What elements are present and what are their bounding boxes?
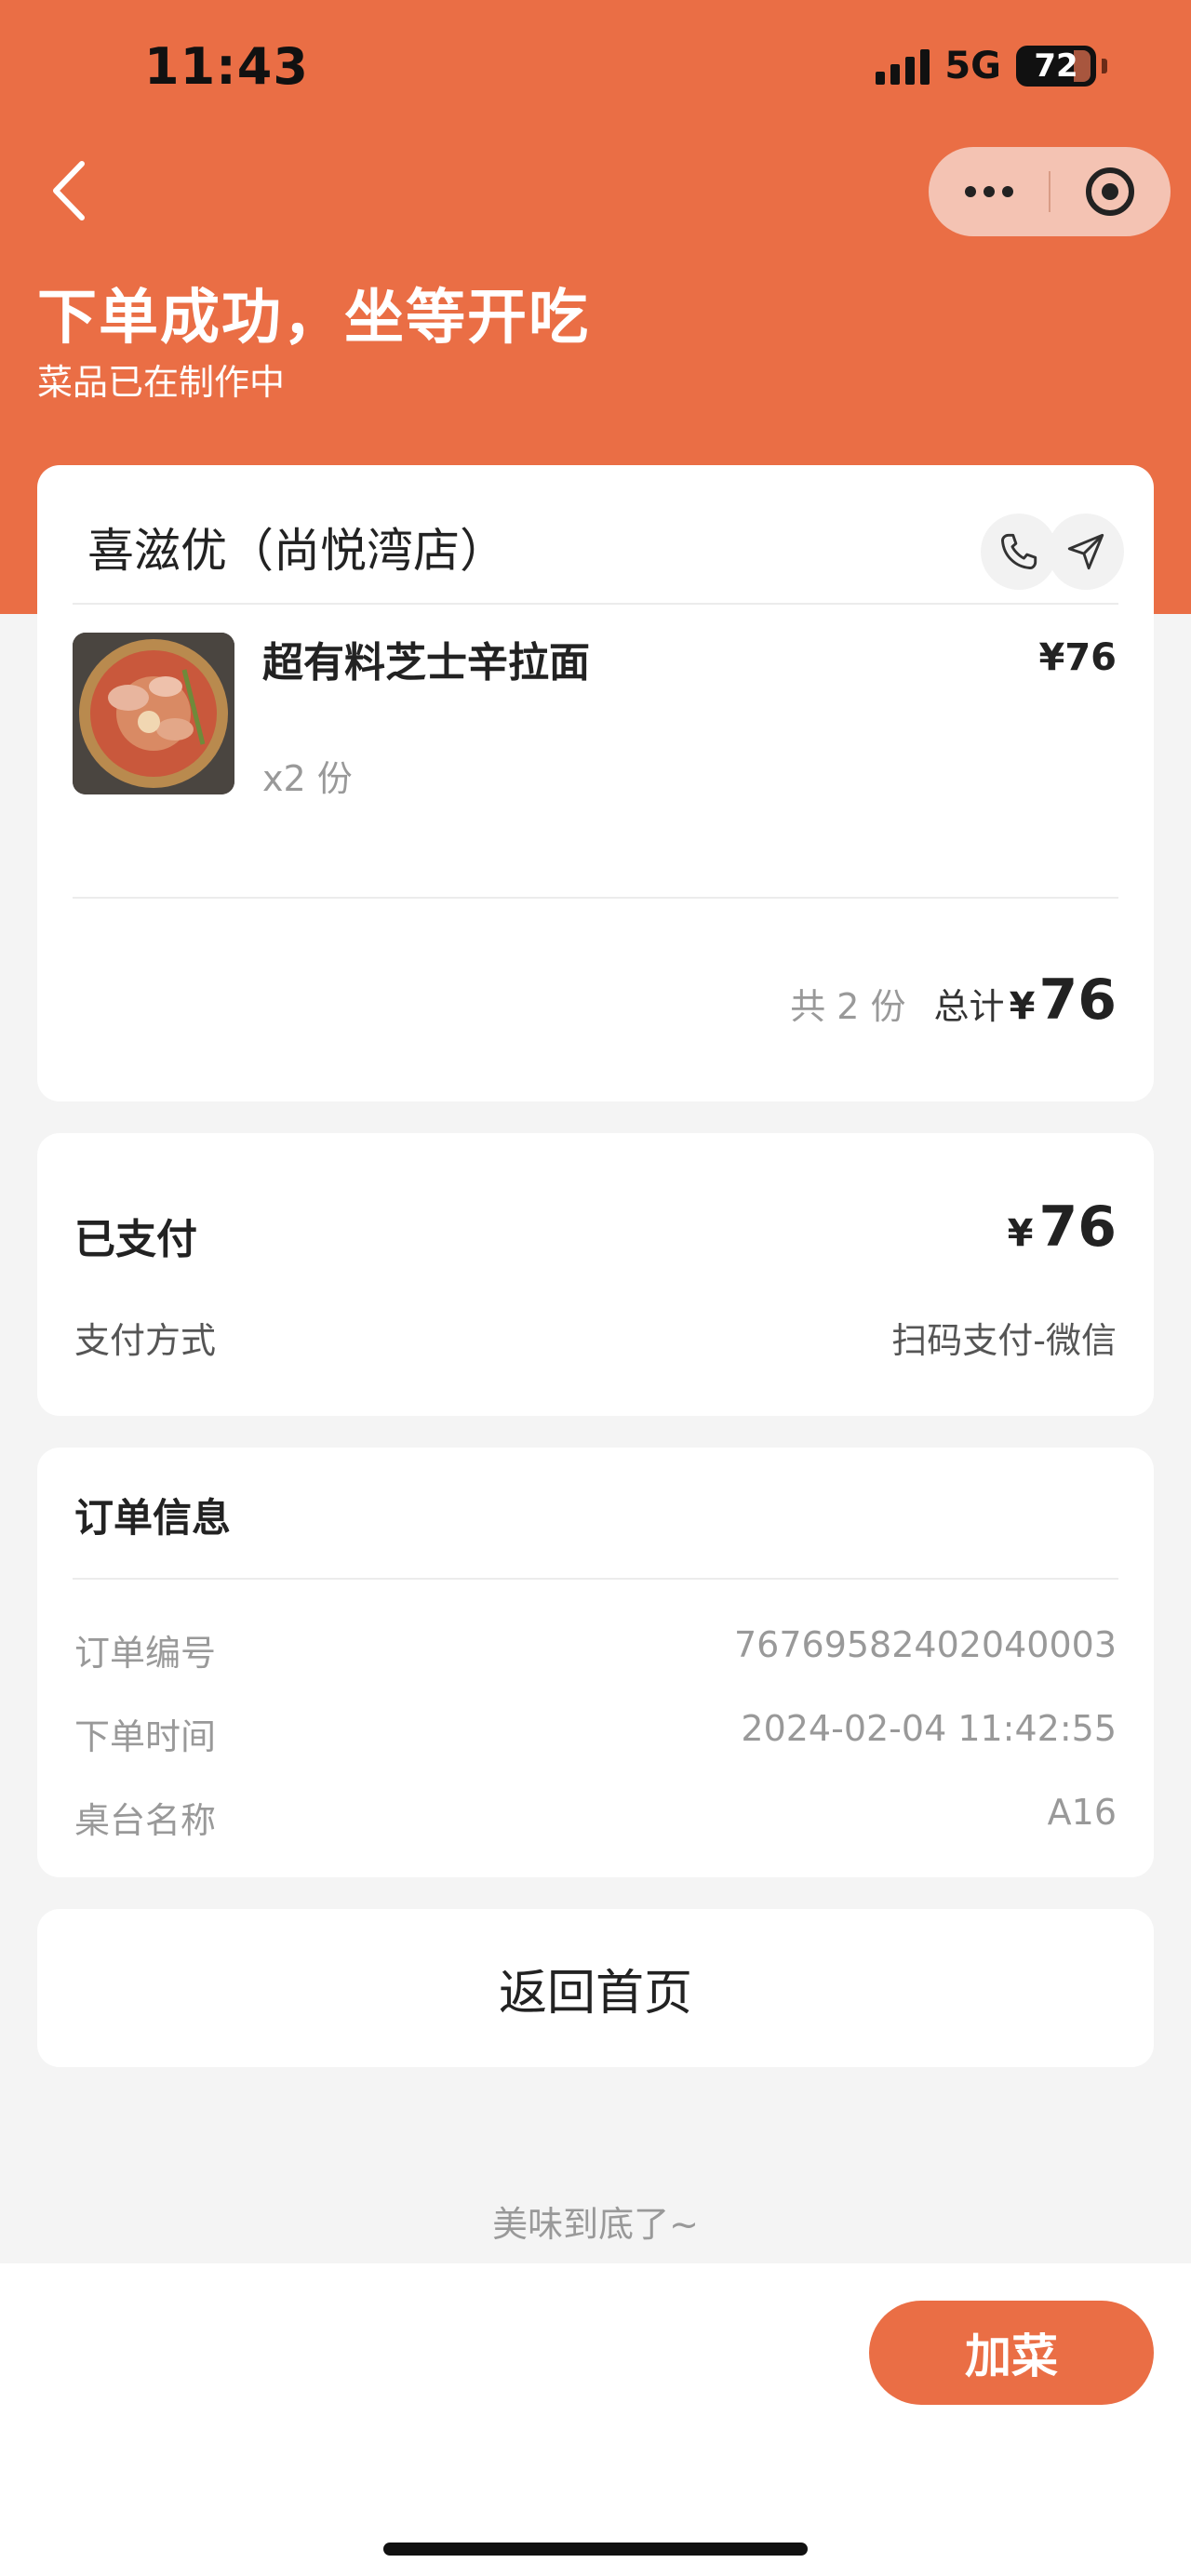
table-name-label: 桌台名称 bbox=[74, 1800, 217, 1841]
back-home-label: 返回首页 bbox=[498, 1965, 692, 2022]
status-time: 11:43 bbox=[144, 37, 309, 96]
divider bbox=[73, 897, 1118, 899]
table-name-value: A16 bbox=[1047, 1792, 1117, 1833]
home-indicator[interactable] bbox=[383, 2543, 808, 2556]
order-number-value[interactable]: 76769582402040003 bbox=[734, 1624, 1117, 1675]
order-info-card: 订单信息 订单编号 76769582402040003 下单时间 2024-02… bbox=[37, 1448, 1154, 1877]
page-title: 下单成功，坐等开吃 bbox=[37, 284, 590, 353]
payment-card: 已支付 ¥ 76 支付方式 扫码支付-微信 bbox=[37, 1133, 1154, 1416]
chevron-left-icon bbox=[53, 161, 85, 220]
back-home-button[interactable]: 返回首页 bbox=[37, 1909, 1154, 2067]
order-number-label: 订单编号 bbox=[74, 1633, 217, 1674]
phone-icon bbox=[1001, 533, 1037, 569]
payment-method-label: 支付方式 bbox=[74, 1320, 217, 1361]
item-count: 共 2 份 bbox=[790, 986, 906, 1027]
divider bbox=[73, 603, 1118, 605]
order-number-row: 订单编号 76769582402040003 bbox=[74, 1624, 1117, 1675]
order-summary: 共 2 份 总计 ¥76 bbox=[790, 968, 1117, 1033]
page-subtitle: 菜品已在制作中 bbox=[37, 362, 286, 403]
divider bbox=[73, 1578, 1118, 1580]
battery-level: 72 bbox=[1034, 47, 1078, 85]
battery-tip bbox=[1102, 59, 1107, 73]
target-circle-icon bbox=[1086, 167, 1135, 216]
dish-quantity: x2 份 bbox=[262, 758, 353, 799]
close-mini-program-button[interactable] bbox=[1050, 147, 1171, 236]
signal-icon bbox=[876, 47, 930, 85]
navigate-store-button[interactable] bbox=[1048, 514, 1124, 590]
more-dots-icon bbox=[964, 186, 1013, 197]
dish-price: ¥76 bbox=[1038, 636, 1117, 679]
store-name: 喜滋优（尚悦湾店） bbox=[87, 524, 506, 578]
mini-program-capsule bbox=[929, 147, 1171, 236]
total-amount: 76 bbox=[1038, 968, 1117, 1033]
add-dishes-button[interactable]: 加菜 bbox=[869, 2301, 1154, 2405]
bottom-action-bar: 加菜 bbox=[0, 2263, 1191, 2576]
paid-currency: ¥ bbox=[1007, 1212, 1034, 1255]
navigation-icon bbox=[1067, 533, 1104, 570]
order-time-value: 2024-02-04 11:42:55 bbox=[741, 1708, 1117, 1749]
total-label: 总计 bbox=[933, 986, 1005, 1027]
order-time-row: 下单时间 2024-02-04 11:42:55 bbox=[74, 1708, 1117, 1759]
order-time-label: 下单时间 bbox=[74, 1716, 217, 1757]
call-store-button[interactable] bbox=[981, 514, 1057, 590]
network-label: 5G bbox=[944, 45, 1001, 87]
order-info-title: 订单信息 bbox=[74, 1495, 232, 1541]
order-items-card: 喜滋优（尚悦湾店） 超有料芝士辛拉面 ¥76 x2 份 共 2 份 总计 ¥76 bbox=[37, 465, 1154, 1101]
battery-icon: 72 bbox=[1016, 46, 1096, 87]
table-name-row: 桌台名称 A16 bbox=[74, 1792, 1117, 1843]
more-button[interactable] bbox=[929, 147, 1049, 236]
status-indicators: 5G 72 bbox=[876, 45, 1107, 87]
payment-method-value: 扫码支付-微信 bbox=[891, 1320, 1117, 1361]
dish-name: 超有料芝士辛拉面 bbox=[262, 639, 590, 687]
dish-image bbox=[73, 633, 234, 794]
paid-value: 76 bbox=[1038, 1195, 1117, 1260]
payment-status: 已支付 bbox=[74, 1216, 197, 1263]
paid-amount: ¥ 76 bbox=[1008, 1195, 1117, 1260]
back-button[interactable] bbox=[45, 158, 100, 223]
total-currency: ¥ bbox=[1009, 985, 1036, 1028]
end-of-list-text: 美味到底了~ bbox=[492, 2204, 699, 2245]
